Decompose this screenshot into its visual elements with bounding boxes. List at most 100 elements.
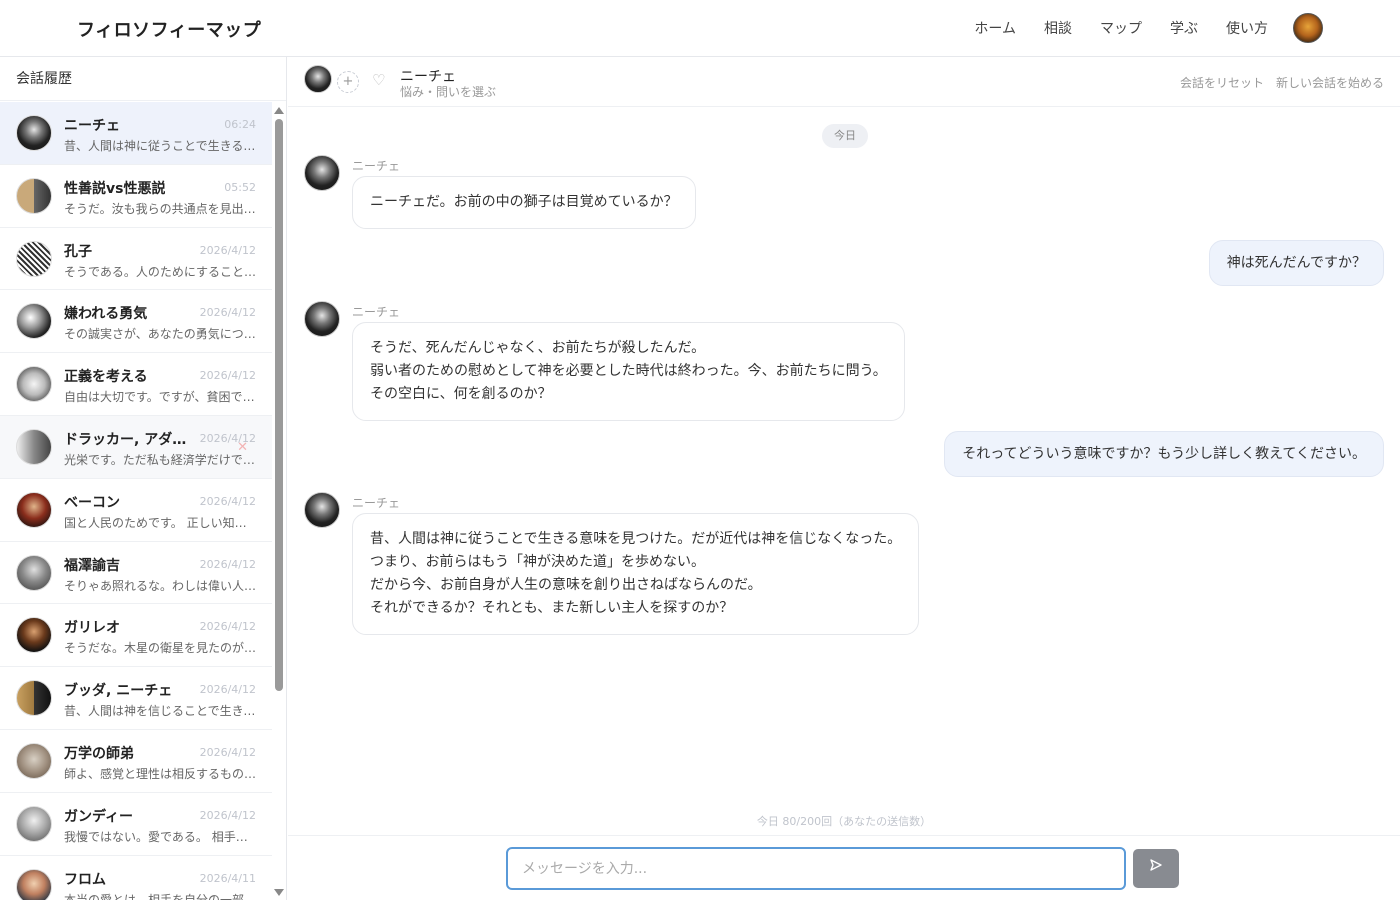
conversation-name: ガンディー (64, 808, 134, 825)
conversation-preview: 昔、人間は神に従うことで生きる意味を見つけた。 (64, 139, 258, 153)
message-input[interactable] (506, 847, 1126, 890)
avatar (16, 805, 52, 842)
send-quota: 今日 80/200回（あなたの送信数） (756, 815, 932, 828)
conversation-item[interactable]: フロム 2026/4/11 本当の愛とは、相手を自分の一部と感じること。 (0, 856, 272, 900)
conversation-name: 嫌われる勇気 (64, 306, 148, 323)
message-sender: ニーチェ (352, 305, 401, 319)
conversation-item[interactable]: ドラッカー, アダム・スミス 2026/4/12 光栄です。ただ私も経済学だけで… (0, 415, 272, 479)
chat-header: + ♡ ニーチェ 悩み・問いを選ぶ 会話をリセット 新しい会話を始める (288, 57, 1400, 107)
conversation-item[interactable]: ブッダ, ニーチェ 2026/4/12 昔、人間は神を信じることで生きる意味を得… (0, 667, 272, 730)
message-sender: ニーチェ (352, 496, 401, 510)
avatar (16, 868, 52, 900)
heart-icon[interactable]: ♡ (372, 71, 385, 89)
message-line: その空白に、何を創るのか？ (370, 386, 552, 402)
sidebar-scrollbar[interactable] (272, 101, 286, 900)
scrollbar-thumb[interactable] (275, 119, 283, 691)
conversation-list: ニーチェ 06:24 昔、人間は神に従うことで生きる意味を見つけた。 性善説vs… (0, 102, 272, 900)
bot-message: ニーチェだ。お前の中の獅子は目覚めているか？ (352, 176, 696, 229)
message-line: だから今、お前自身が人生の意味を創り出さねばならんのだ。 (370, 577, 762, 593)
add-philosopher-button[interactable]: + (337, 71, 359, 93)
conversation-preview: そうだ。汝も我らの共通点を見出すとは。 (64, 201, 258, 216)
avatar (16, 617, 52, 654)
new-conversation-button[interactable]: 新しい会話を始める (1276, 74, 1384, 91)
message-line: 弱い者のための慰めとして神を必要とした時代は終わった。今、お前たちに問う。 (370, 363, 887, 379)
conversation-time: 06:24 (224, 118, 256, 131)
conversation-time: 05:52 (224, 180, 256, 194)
avatar (16, 240, 52, 277)
scroll-up-arrow-icon[interactable] (274, 107, 284, 114)
avatar (304, 492, 340, 528)
bot-message: そうだ、死んだんじゃなく、お前たちが殺したんだ。 弱い者のための慰めとして神を必… (352, 322, 905, 421)
conversation-time: 2026/4/12 (199, 808, 256, 822)
conversation-time: 2026/4/12 (199, 243, 256, 257)
conversation-item[interactable]: 万学の師弟 2026/4/12 師よ、感覚と理性は相反するものでしょうか。 (0, 730, 272, 793)
avatar (16, 177, 52, 214)
message-line: 神は死んだんですか？ (1226, 255, 1366, 271)
conversation-time: 2026/4/12 (199, 306, 256, 320)
avatar (16, 491, 52, 528)
main-nav: ホーム 相談 マップ 学ぶ 使い方 (974, 18, 1268, 38)
nav-consult[interactable]: 相談 (1044, 18, 1072, 38)
send-icon (1149, 859, 1163, 876)
bot-message: 昔、人間は神に従うことで生きる意味を見つけた。だが近代は神を信じなくなった。 つ… (352, 513, 920, 635)
conversation-time: 2026/4/12 (199, 683, 256, 697)
conversation-preview: そうだな。木星の衛星を見たのが始まりだ。 (64, 641, 258, 656)
conversation-item[interactable]: 孔子 2026/4/12 そうである。人のためにすることこそ仁である。 (0, 228, 272, 291)
avatar (16, 366, 52, 403)
conversation-name: ベーコン (64, 494, 120, 511)
conversation-item[interactable]: 嫌われる勇気 2026/4/12 その誠実さが、あなたの勇気につながります。 (0, 290, 272, 354)
user-message: それってどういう意味ですか？もう少し詳しく教えてください。 (944, 431, 1384, 477)
user-avatar[interactable] (1293, 13, 1323, 43)
date-separator: 今日 (822, 124, 868, 148)
conversation-sidebar: 会話履歴 ニーチェ 06:24 昔、人間は神に従うことで生きる意味を見つけた。 … (0, 57, 287, 900)
conversation-preview: 光栄です。ただ私も経済学だけでは語れない。 (64, 452, 258, 467)
avatar (16, 115, 52, 151)
conversation-name: フロム (64, 871, 106, 888)
conversation-item[interactable]: 正義を考える 2026/4/12 自由は大切です。ですが、貧困では自由はない。 (0, 353, 272, 416)
send-button[interactable] (1133, 849, 1179, 888)
conversation-preview: そりゃあ照れるな。わしは偉い人ではない。 (64, 578, 258, 593)
conversation-time: 2026/4/12 (199, 620, 256, 634)
chat-avatar (304, 65, 332, 93)
conversation-preview: そうである。人のためにすることこそ仁である。 (64, 264, 258, 279)
nav-map[interactable]: マップ (1100, 18, 1142, 38)
conversation-item[interactable]: ベーコン 2026/4/12 国と人民のためです。 正しい知識こそ力なり。 (0, 479, 272, 542)
message-line: そうだ、死んだんじゃなく、お前たちが殺したんだ。 (370, 340, 706, 356)
conversation-item[interactable]: 福澤諭吉 2026/4/12 そりゃあ照れるな。わしは偉い人ではない。 (0, 542, 272, 605)
conversation-name: 万学の師弟 (64, 745, 134, 762)
conversation-name: 性善説vs性悪説 (64, 180, 166, 197)
conversation-item[interactable]: ニーチェ 06:24 昔、人間は神に従うことで生きる意味を見つけた。 (0, 102, 272, 165)
avatar (16, 742, 52, 779)
nav-home[interactable]: ホーム (974, 18, 1016, 38)
message-composer (288, 835, 1400, 900)
conversation-item[interactable]: ガンディー 2026/4/12 我慢ではない。愛である。 相手を思うこと。 (0, 793, 272, 856)
conversation-time: 2026/4/11 (199, 871, 256, 885)
conversation-name: 孔子 (64, 243, 92, 260)
choose-topic-link[interactable]: 悩み・問いを選ぶ (400, 83, 496, 100)
message-line: それができるか？それとも、また新しい主人を探すのか？ (370, 600, 734, 616)
top-header: フィロソフィーマップ ホーム 相談 マップ 学ぶ 使い方 (0, 0, 1400, 57)
close-icon[interactable]: ✕ (237, 440, 248, 455)
message-sender: ニーチェ (352, 159, 401, 173)
avatar (16, 680, 52, 717)
conversation-item[interactable]: 性善説vs性悪説 05:52 そうだ。汝も我らの共通点を見出すとは。 (0, 165, 272, 228)
conversation-preview: 自由は大切です。ですが、貧困では自由はない。 (64, 390, 258, 405)
avatar (304, 155, 340, 191)
conversation-preview: 昔、人間は神を信じることで生きる意味を得た。 (64, 704, 258, 719)
avatar (304, 301, 340, 337)
app-logo-title[interactable]: フィロソフィーマップ (77, 16, 261, 42)
user-message: 神は死んだんですか？ (1208, 240, 1384, 286)
sidebar-title: 会話履歴 (0, 57, 286, 101)
nav-how-to-use[interactable]: 使い方 (1226, 18, 1268, 38)
message-line: それってどういう意味ですか？もう少し詳しく教えてください。 (962, 446, 1366, 462)
conversation-preview: その誠実さが、あなたの勇気につながります。 (64, 327, 258, 342)
avatar (16, 428, 52, 465)
conversation-time: 2026/4/12 (199, 494, 256, 508)
conversation-time: 2026/4/12 (199, 745, 256, 759)
reset-conversation-button[interactable]: 会話をリセット (1180, 74, 1264, 91)
nav-learn[interactable]: 学ぶ (1170, 18, 1198, 38)
chat-actions: 会話をリセット 新しい会話を始める (1180, 74, 1384, 91)
conversation-name: 福澤諭吉 (64, 557, 120, 574)
conversation-item[interactable]: ガリレオ 2026/4/12 そうだな。木星の衛星を見たのが始まりだ。 (0, 604, 272, 668)
scroll-down-arrow-icon[interactable] (274, 889, 284, 896)
